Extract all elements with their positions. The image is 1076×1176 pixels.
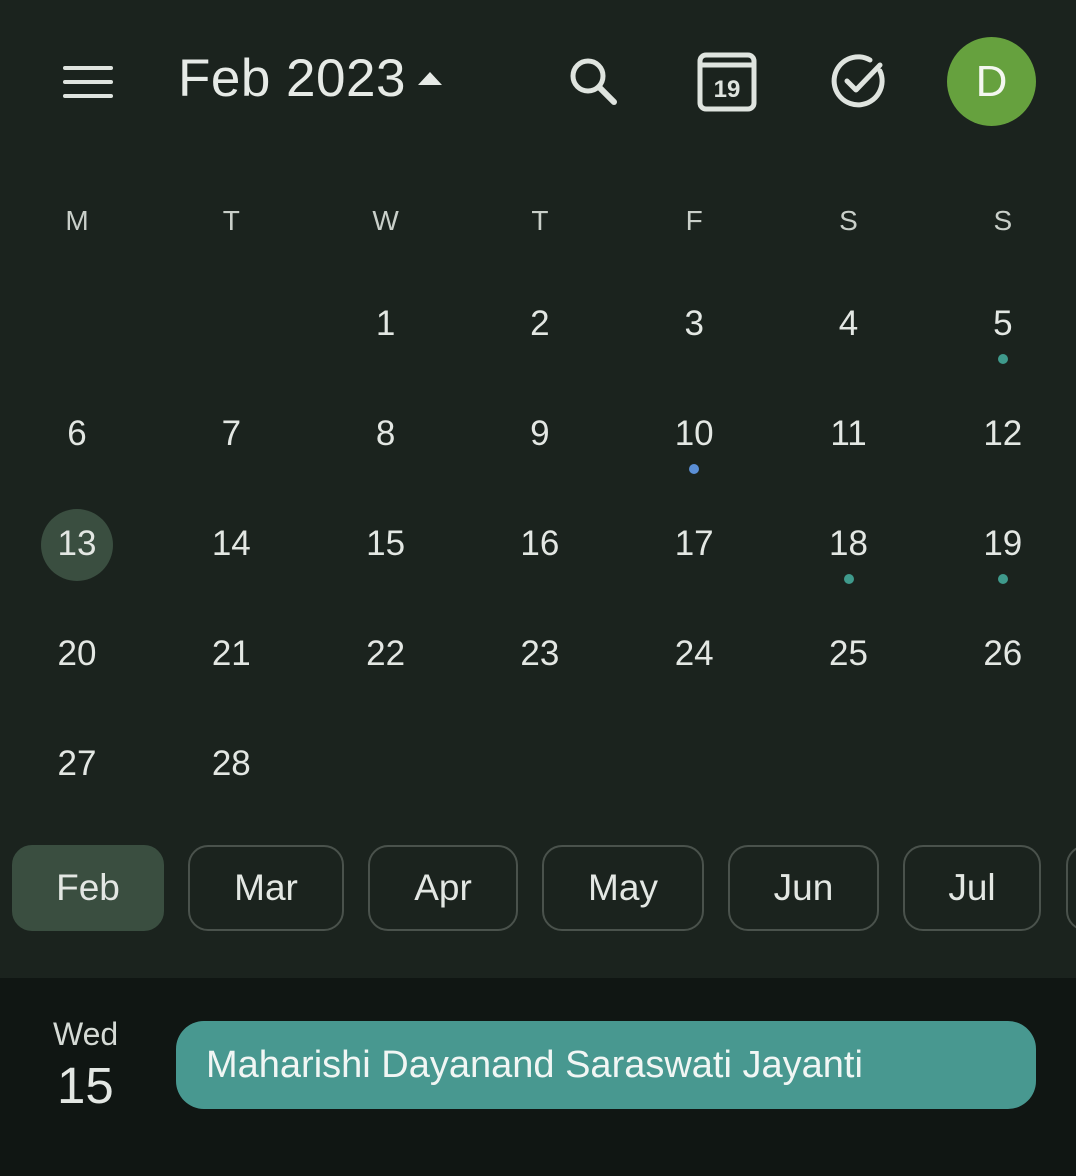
day-cell-25[interactable]: 25 <box>772 600 926 710</box>
day-cell-10[interactable]: 10 <box>617 380 771 490</box>
month-chip-jul[interactable]: Jul <box>903 845 1041 931</box>
day-cell-27[interactable]: 27 <box>0 710 154 820</box>
day-number: 2 <box>530 304 550 343</box>
svg-text:19: 19 <box>714 76 741 103</box>
weekday-label: M <box>65 205 89 236</box>
day-cell-8[interactable]: 8 <box>309 380 463 490</box>
day-cell-9[interactable]: 9 <box>463 380 617 490</box>
day-cell-12[interactable]: 12 <box>926 380 1076 490</box>
day-cell-2[interactable]: 2 <box>463 270 617 380</box>
day-cell-7[interactable]: 7 <box>154 380 308 490</box>
day-number: 12 <box>983 414 1023 453</box>
go-to-today-button[interactable]: 19 <box>687 42 767 122</box>
day-number: 4 <box>838 304 859 343</box>
day-cell-26[interactable]: 26 <box>926 600 1076 710</box>
day-cell-5[interactable]: 5 <box>926 270 1076 380</box>
day-number: 20 <box>57 634 97 673</box>
day-number: 11 <box>830 414 867 453</box>
month-chip-may[interactable]: May <box>542 845 704 931</box>
day-number: 5 <box>993 304 1013 343</box>
event-dot <box>843 574 854 584</box>
day-number: 24 <box>674 634 714 673</box>
day-cell-6[interactable]: 6 <box>0 380 154 490</box>
day-number: 26 <box>983 634 1023 673</box>
agenda-day-of-week: Wed <box>53 1016 119 1052</box>
month-chip-feb[interactable]: Feb <box>12 845 164 931</box>
event-dot <box>997 354 1008 364</box>
weekday-label: T <box>222 205 240 236</box>
day-number: 8 <box>375 414 396 453</box>
weekday-label: S <box>993 205 1013 236</box>
day-cell-20[interactable]: 20 <box>0 600 154 710</box>
tasks-check-icon[interactable] <box>819 42 899 122</box>
menu-icon[interactable] <box>58 58 118 106</box>
day-number: 3 <box>684 304 704 343</box>
chevron-up-icon[interactable] <box>418 72 442 85</box>
day-cell-11[interactable]: 11 <box>772 380 926 490</box>
month-chip-row: Feb Mar Apr May Jun Jul <box>0 845 1076 935</box>
day-cell-1[interactable]: 1 <box>309 270 463 380</box>
account-avatar[interactable]: D <box>947 37 1036 126</box>
day-cell-17[interactable]: 17 <box>617 490 771 600</box>
day-number: 28 <box>211 744 251 783</box>
day-number: 6 <box>67 414 87 453</box>
day-number: 17 <box>674 524 714 563</box>
day-number: 27 <box>57 744 97 783</box>
day-number: 21 <box>211 634 251 673</box>
day-cell-15[interactable]: 15 <box>309 490 463 600</box>
day-cell-19[interactable]: 19 <box>926 490 1076 600</box>
day-number: 23 <box>520 634 560 673</box>
day-cell-16[interactable]: 16 <box>463 490 617 600</box>
search-icon[interactable] <box>554 42 634 122</box>
day-cell-22[interactable]: 22 <box>309 600 463 710</box>
weekday-header: MTWTFSS <box>0 205 1076 249</box>
day-number: 1 <box>375 304 396 343</box>
day-cell-23[interactable]: 23 <box>463 600 617 710</box>
agenda-day-number: 15 <box>57 1057 114 1114</box>
day-number: 22 <box>366 634 406 673</box>
weekday-label: W <box>372 205 399 236</box>
event-chip[interactable]: Maharishi Dayanand Saraswati Jayanti <box>176 1021 1036 1109</box>
weekday-label: S <box>839 205 858 236</box>
day-cell-28[interactable]: 28 <box>154 710 308 820</box>
month-title[interactable]: Feb 2023 <box>178 48 406 109</box>
day-cell-18[interactable]: 18 <box>772 490 926 600</box>
day-cell-3[interactable]: 3 <box>617 270 771 380</box>
day-cell-13[interactable]: 13 <box>0 490 154 600</box>
day-number: 7 <box>221 414 242 453</box>
event-dot <box>997 574 1008 584</box>
day-number: 14 <box>211 524 251 563</box>
month-chip-next-partial[interactable] <box>1066 845 1076 931</box>
event-dot <box>689 464 700 474</box>
month-chip-apr[interactable]: Apr <box>368 845 518 931</box>
month-chip-jun[interactable]: Jun <box>728 845 879 931</box>
weekday-label: F <box>685 205 703 236</box>
day-number: 25 <box>829 634 868 673</box>
day-cell-4[interactable]: 4 <box>772 270 926 380</box>
month-grid: 1 2 3 4 5 6 7 8 9 10 11 12 13 14 15 16 17 18 19 20 21 22 23 24 2… <box>0 270 1076 820</box>
day-number: 18 <box>829 524 868 563</box>
calendar-today-icon: 19 <box>697 52 757 112</box>
day-number: 19 <box>983 524 1023 563</box>
agenda-panel: Wed 15 Maharishi Dayanand Saraswati Jaya… <box>0 978 1076 1176</box>
month-chip-mar[interactable]: Mar <box>188 845 344 931</box>
weekday-label: T <box>531 205 549 236</box>
day-cell-21[interactable]: 21 <box>154 600 308 710</box>
day-cell-24[interactable]: 24 <box>617 600 771 710</box>
day-number: 10 <box>674 414 714 453</box>
day-number: 16 <box>520 524 560 563</box>
day-cell-14[interactable]: 14 <box>154 490 308 600</box>
top-app-bar: Feb 2023 19 D <box>0 0 1076 165</box>
day-number: 13 <box>57 524 97 563</box>
day-number: 15 <box>366 524 406 563</box>
day-number: 9 <box>530 414 550 453</box>
